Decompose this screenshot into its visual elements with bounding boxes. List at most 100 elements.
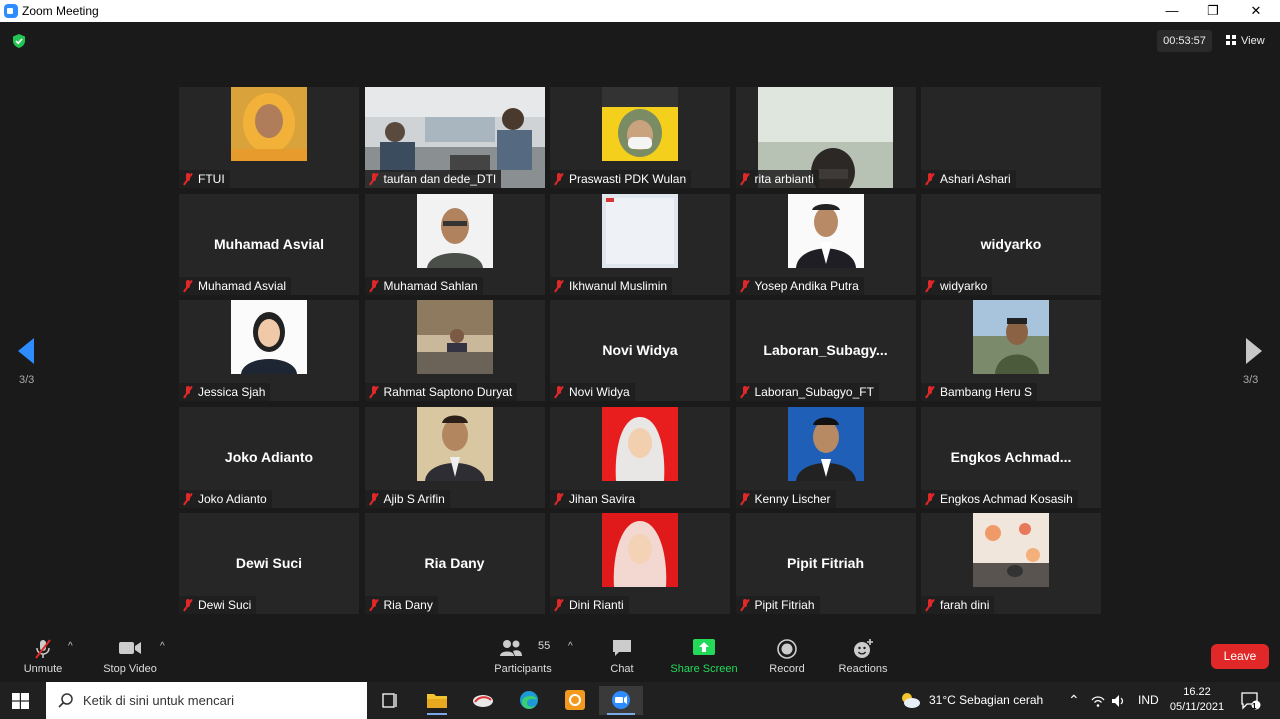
participant-tile[interactable]: Dewi Suci Dewi Suci <box>179 513 359 614</box>
participant-tile[interactable]: farah dini <box>921 513 1101 614</box>
notification-center-icon[interactable] <box>1241 692 1261 710</box>
security-shield-icon[interactable] <box>12 34 26 48</box>
participant-name-label: Bambang Heru S <box>921 383 1038 401</box>
participant-tile[interactable]: Pipit Fitriah Pipit Fitriah <box>735 513 916 614</box>
record-label: Record <box>769 663 805 675</box>
participant-name-label: Rahmat Saptono Duryat <box>364 383 518 401</box>
participant-tile[interactable]: Ria Dany Ria Dany <box>364 513 545 614</box>
leave-button[interactable]: Leave <box>1211 644 1269 669</box>
taskbar-clock[interactable]: 16.22 05/11/2021 <box>1164 685 1230 715</box>
close-button[interactable]: ✕ <box>1236 0 1276 22</box>
mic-muted-icon <box>740 279 750 292</box>
participant-tile[interactable]: Ajib S Arifin <box>364 406 545 508</box>
record-button[interactable]: Record <box>764 634 810 682</box>
participant-name: Novi Widya <box>569 385 630 399</box>
participant-video <box>787 406 864 481</box>
participant-display-name: Pipit Fitriah <box>787 555 864 571</box>
weather-partly-cloudy-icon <box>902 693 920 708</box>
chat-button[interactable]: Chat <box>600 634 644 682</box>
share-screen-button[interactable]: Share Screen <box>668 634 740 682</box>
participant-tile[interactable]: Jessica Sjah <box>179 300 359 401</box>
app-cloud-icon[interactable] <box>461 686 505 715</box>
task-view-icon[interactable] <box>368 686 412 715</box>
mic-muted-icon <box>925 173 935 185</box>
participant-tile[interactable]: rita arbianti <box>735 87 916 188</box>
participant-tile[interactable]: Muhamad Sahlan <box>364 193 545 295</box>
zoom-app-icon <box>4 4 18 18</box>
participant-video <box>231 300 307 374</box>
unmute-button[interactable]: Unmute <box>14 634 72 682</box>
weather-text[interactable]: 31°C Sebagian cerah <box>929 682 1043 719</box>
taskbar-search-box[interactable]: Ketik di sini untuk mencari <box>46 682 367 719</box>
reactions-button[interactable]: Reactions <box>834 634 892 682</box>
participant-name: Jihan Savira <box>569 491 636 506</box>
participant-tile[interactable]: Ikhwanul Muslimin <box>550 193 730 295</box>
participant-tile[interactable]: Yosep Andika Putra <box>735 193 916 295</box>
windows-taskbar: Ketik di sini untuk mencari 31°C Sebagia… <box>0 682 1280 719</box>
view-label: View <box>1241 35 1265 47</box>
stop-video-label: Stop Video <box>103 663 157 675</box>
participant-name: Engkos Achmad Kosasih <box>940 491 1073 506</box>
mic-muted-icon <box>554 279 564 292</box>
participant-tile[interactable]: taufan dan dede_DTI <box>364 87 545 188</box>
file-explorer-icon[interactable] <box>415 686 459 715</box>
participant-name-label: Ikhwanul Muslimin <box>550 276 673 295</box>
reactions-label: Reactions <box>838 663 888 675</box>
video-options-caret-icon[interactable]: ^ <box>160 641 165 652</box>
participant-tile[interactable]: Praswasti PDK Wulan <box>550 87 730 188</box>
previous-page-icon[interactable] <box>18 338 34 364</box>
participant-grid: FTUI taufan dan dede_DTI Praswasti PDK Wul… <box>179 87 1101 614</box>
mic-muted-icon <box>554 173 564 185</box>
minimize-button[interactable]: — <box>1152 0 1192 22</box>
participant-tile[interactable]: Muhamad Asvial Muhamad Asvial <box>179 193 359 295</box>
participant-tile[interactable]: Ashari Ashari <box>921 87 1101 188</box>
edge-browser-icon[interactable] <box>507 686 551 715</box>
restore-button[interactable]: ❐ <box>1193 0 1233 22</box>
participants-options-caret-icon[interactable]: ^ <box>568 641 573 652</box>
app-orange-icon[interactable] <box>553 686 597 715</box>
mic-muted-icon <box>369 492 379 505</box>
participants-button[interactable]: 55 Participants <box>490 634 556 682</box>
participant-tile[interactable]: Rahmat Saptono Duryat <box>364 300 545 401</box>
language-indicator[interactable]: IND <box>1138 682 1159 719</box>
volume-icon[interactable] <box>1111 694 1126 708</box>
participant-tile[interactable]: Jihan Savira <box>550 406 730 508</box>
share-screen-icon <box>693 639 715 655</box>
show-hidden-icons-caret-icon[interactable]: ⌃ <box>1068 682 1080 719</box>
windows-start-icon[interactable] <box>12 693 29 709</box>
reactions-icon <box>854 639 873 658</box>
participant-name: Muhamad Asvial <box>198 278 287 293</box>
participant-name: Kenny Lischer <box>754 491 831 506</box>
participant-name-label: Pipit Fitriah <box>735 596 820 614</box>
participant-tile[interactable]: Kenny Lischer <box>735 406 916 508</box>
mic-muted-icon <box>183 492 193 505</box>
participant-tile[interactable]: Novi Widya Novi Widya <box>550 300 730 401</box>
page-indicator-right: 3/3 <box>1243 374 1259 386</box>
participant-tile[interactable]: Laboran_Subagy... Laboran_Subagyo_FT <box>735 300 916 401</box>
next-page-icon[interactable] <box>1246 338 1262 364</box>
chat-icon <box>613 640 631 656</box>
participant-video <box>416 300 493 374</box>
video-camera-icon <box>119 642 141 654</box>
participant-tile[interactable]: Bambang Heru S <box>921 300 1101 401</box>
participant-name-label: Muhamad Sahlan <box>364 276 483 295</box>
participant-name-label: Jihan Savira <box>550 489 641 508</box>
zoom-taskbar-icon[interactable] <box>599 686 643 715</box>
mic-muted-icon <box>183 599 193 611</box>
participant-video <box>973 513 1049 587</box>
participant-tile[interactable]: widyarko widyarko <box>921 193 1101 295</box>
participant-tile[interactable]: Dini Rianti <box>550 513 730 614</box>
wifi-icon[interactable] <box>1091 694 1105 708</box>
participant-display-name: widyarko <box>980 235 1042 252</box>
participant-name-label: FTUI <box>179 170 230 188</box>
stop-video-button[interactable]: Stop Video <box>98 634 162 682</box>
participant-tile[interactable]: Joko Adianto Joko Adianto <box>179 406 359 508</box>
participant-tile[interactable]: FTUI <box>179 87 359 188</box>
mic-muted-icon <box>183 279 193 292</box>
participant-name: widyarko <box>940 278 988 293</box>
view-button[interactable]: View <box>1226 30 1265 52</box>
audio-options-caret-icon[interactable]: ^ <box>68 641 73 652</box>
participant-tile[interactable]: Engkos Achmad... Engkos Achmad Kosasih <box>921 406 1101 508</box>
page-indicator-left: 3/3 <box>19 374 35 386</box>
participant-display-name: Muhamad Asvial <box>214 235 324 252</box>
